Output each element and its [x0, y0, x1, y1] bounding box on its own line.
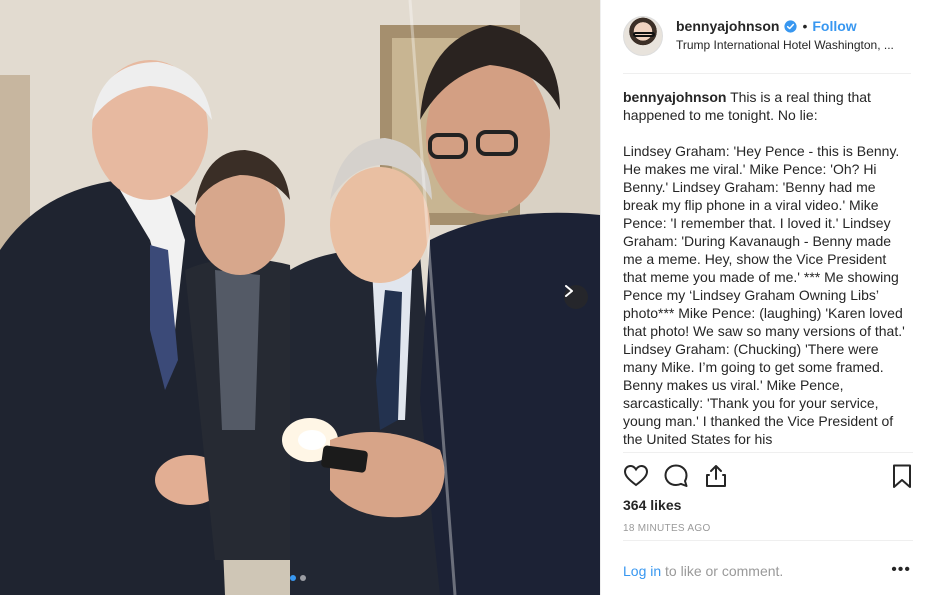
carousel-dot-2	[300, 575, 306, 581]
person4-tshirt	[420, 212, 600, 595]
person2-shirt	[215, 270, 260, 430]
location-link[interactable]: Trump International Hotel Washington, ..…	[676, 38, 911, 52]
person3-face	[330, 167, 430, 283]
login-link[interactable]: Log in	[623, 563, 661, 579]
post-timestamp[interactable]: 18 MINUTES AGO	[623, 523, 711, 534]
carousel-dots	[290, 575, 306, 581]
like-count[interactable]: 364 likes	[623, 497, 681, 513]
follow-button[interactable]: Follow	[812, 18, 856, 34]
login-prompt-rest: to like or comment.	[661, 563, 784, 579]
more-options-button[interactable]: •••	[891, 561, 911, 579]
username-link[interactable]: bennyajohnson	[676, 18, 779, 34]
person1-suit	[0, 180, 225, 595]
verified-badge-icon	[784, 19, 798, 33]
comment-bubble-icon[interactable]	[663, 463, 689, 489]
carousel-next-button[interactable]	[564, 285, 588, 309]
heart-icon[interactable]	[623, 463, 649, 489]
photo-illustration	[0, 0, 600, 595]
post-header: bennyajohnson • Follow Trump Internation…	[623, 16, 911, 74]
avatar[interactable]	[623, 16, 663, 56]
bookmark-icon[interactable]	[889, 463, 915, 489]
separator-dot: •	[802, 18, 808, 34]
caption-text: This is a real thing that happened to me…	[623, 89, 905, 447]
caption: bennyajohnson This is a real thing that …	[623, 88, 913, 448]
comment-bar: Log in to like or comment. •••	[623, 540, 913, 595]
action-icon-bar	[623, 463, 913, 489]
carousel-dot-1	[290, 575, 296, 581]
post-side-panel: bennyajohnson • Follow Trump Internation…	[600, 0, 933, 595]
person4-hands	[330, 432, 445, 518]
share-icon[interactable]	[703, 463, 729, 489]
login-prompt: Log in to like or comment.	[623, 563, 783, 579]
post-photo[interactable]	[0, 0, 600, 595]
chevron-right-icon	[565, 285, 573, 297]
caption-scroll-area[interactable]: bennyajohnson This is a real thing that …	[623, 88, 913, 452]
username-row: bennyajohnson • Follow	[676, 18, 857, 34]
caption-username[interactable]: bennyajohnson	[623, 89, 726, 105]
